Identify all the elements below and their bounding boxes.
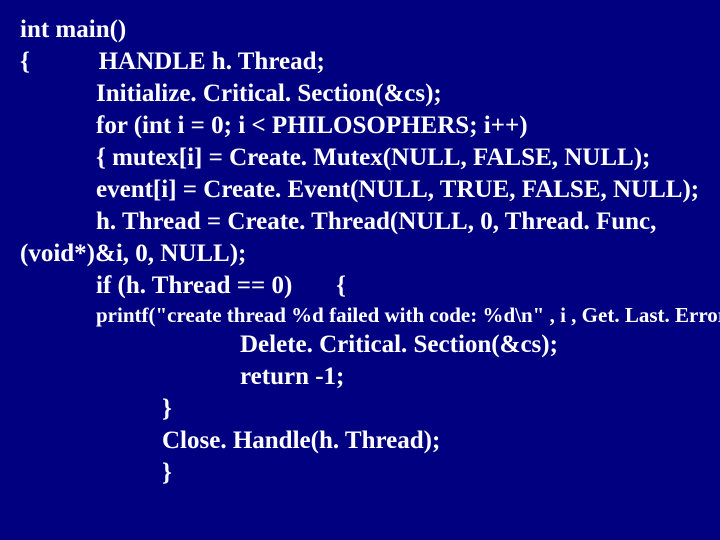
code-line: } [20,393,704,425]
code-line: h. Thread = Create. Thread(NULL, 0, Thre… [20,206,704,238]
code-line: int main() [20,14,704,46]
code-line: event[i] = Create. Event(NULL, TRUE, FAL… [20,174,704,206]
code-line: { mutex[i] = Create. Mutex(NULL, FALSE, … [20,142,704,174]
code-line: (void*)&i, 0, NULL); [20,238,704,270]
code-line: printf("create thread %d failed with cod… [20,302,704,329]
code-slide: int main() { HANDLE h. Thread; Initializ… [0,0,720,540]
code-line: Initialize. Critical. Section(&cs); [20,78,704,110]
code-line: return -1; [20,361,704,393]
code-line: if (h. Thread == 0) { [20,270,704,302]
code-line: for (int i = 0; i < PHILOSOPHERS; i++) [20,110,704,142]
code-line: } [20,457,704,489]
code-line: Delete. Critical. Section(&cs); [20,329,704,361]
code-line: { HANDLE h. Thread; [20,46,704,78]
code-line: Close. Handle(h. Thread); [20,425,704,457]
